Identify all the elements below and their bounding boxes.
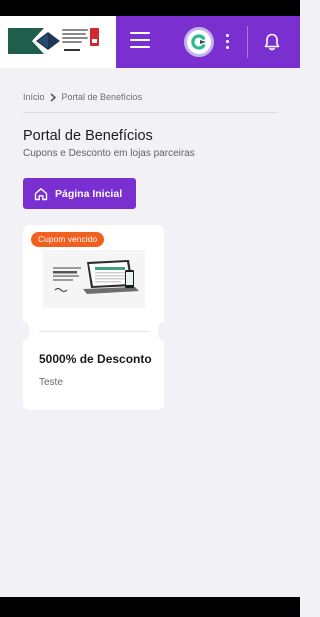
- brand-c-icon[interactable]: [184, 27, 214, 57]
- logo-mark-icon: [8, 28, 60, 54]
- logo-award-text: [62, 29, 88, 47]
- company-logo[interactable]: [0, 16, 116, 68]
- ticket-notch-right: [158, 322, 170, 340]
- status-badge: Cupom vencido: [31, 232, 105, 247]
- breadcrumb-current: Portal de Benefícios: [61, 92, 143, 102]
- brand-c-glyph: [191, 34, 206, 50]
- breadcrumb: Início Portal de Benefícios: [23, 92, 142, 102]
- coupon-title: 5000% de Desconto: [39, 352, 152, 366]
- ticket-notch-left: [17, 322, 29, 340]
- status-bar: [0, 0, 300, 16]
- header-toolbar: [116, 16, 300, 68]
- chevron-right-icon: [50, 92, 58, 102]
- award-badge-icon: [90, 28, 99, 46]
- coupon-image: [43, 250, 145, 308]
- home-button[interactable]: Página Inicial: [23, 178, 136, 209]
- ticket-divider: [39, 331, 149, 332]
- bell-icon[interactable]: [262, 32, 282, 52]
- home-button-label: Página Inicial: [55, 187, 123, 200]
- page-subtitle: Cupons e Desconto em lojas parceiras: [23, 148, 195, 159]
- logo-tagline: [64, 49, 80, 51]
- system-nav-bar: [0, 597, 300, 617]
- home-icon: [34, 187, 48, 200]
- more-vertical-icon[interactable]: [224, 34, 230, 52]
- hamburger-icon[interactable]: [130, 32, 152, 50]
- coupon-card[interactable]: Cupom vencido 5000% de Desconto Teste: [17, 225, 170, 410]
- breadcrumb-divider: [23, 112, 278, 113]
- breadcrumb-home-link[interactable]: Início: [23, 92, 45, 102]
- coupon-description: Teste: [39, 377, 63, 388]
- header-divider: [247, 26, 248, 58]
- page-title: Portal de Benefícios: [23, 128, 153, 144]
- laptop-phone-promo-image: [43, 250, 145, 308]
- app-header: [0, 16, 300, 68]
